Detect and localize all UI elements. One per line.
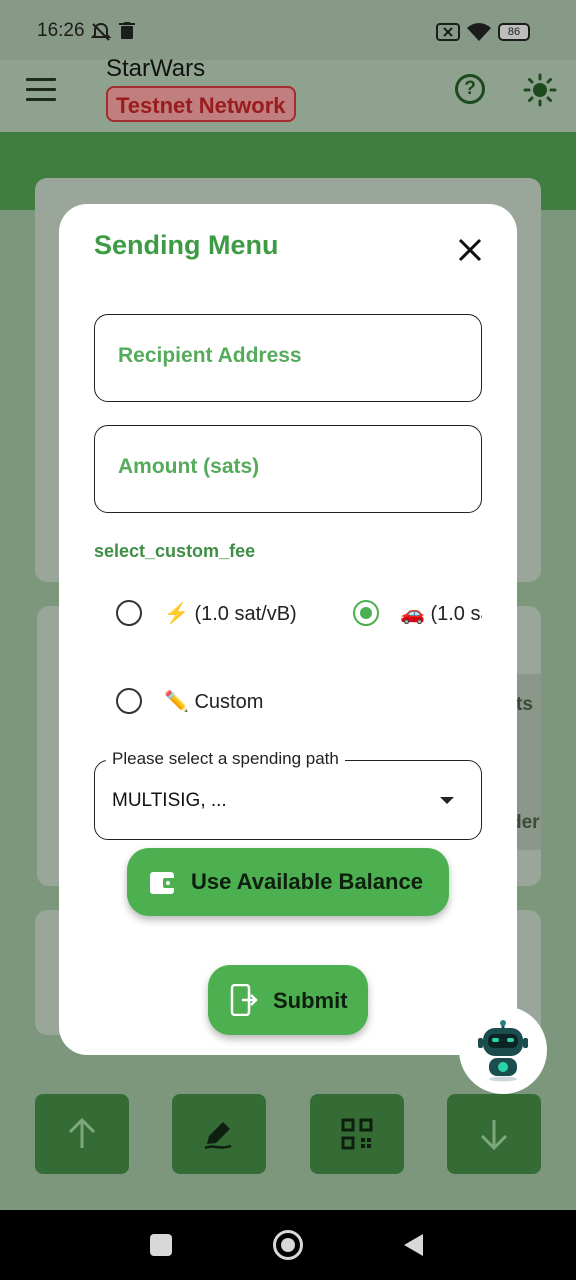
- trash-icon: [119, 22, 135, 39]
- fee-option-normal-clip: 🚗 (1.0 sat/vB): [400, 598, 482, 630]
- battery-icon: 86: [498, 23, 530, 41]
- back-icon[interactable]: [401, 1232, 425, 1258]
- home-icon[interactable]: [273, 1230, 303, 1260]
- receive-qr-button[interactable]: [310, 1094, 404, 1174]
- submit-icon: [230, 984, 258, 1016]
- fee-radio-normal[interactable]: [353, 600, 379, 626]
- help-icon[interactable]: ?: [455, 74, 485, 104]
- dialog-title: Sending Menu: [94, 230, 279, 260]
- amount-label: Amount (sats): [118, 455, 260, 478]
- background-text: ts: [516, 694, 533, 715]
- recents-icon[interactable]: [150, 1234, 172, 1256]
- fee-radio-fast[interactable]: [116, 600, 142, 626]
- fee-section-label: select_custom_fee: [94, 541, 256, 561]
- close-icon[interactable]: [456, 236, 484, 264]
- sign-button[interactable]: [172, 1094, 266, 1174]
- edit-icon: [204, 1122, 232, 1150]
- use-available-balance-label: Use Available Balance: [191, 869, 423, 894]
- fee-option-normal-label: 🚗 (1.0 sat/vB): [400, 603, 482, 625]
- fee-option-fast-label: ⚡ (1.0 sat/vB): [164, 603, 297, 625]
- submit-button[interactable]: Submit: [208, 965, 368, 1035]
- wallet-icon: [150, 872, 177, 894]
- network-badge: Testnet Network: [106, 86, 296, 122]
- use-available-balance-button[interactable]: Use Available Balance: [127, 848, 449, 916]
- app-title: StarWars: [106, 55, 206, 82]
- menu-icon[interactable]: [26, 78, 56, 102]
- fee-option-custom-label: ✏️ Custom: [164, 691, 264, 713]
- qr-icon: [341, 1118, 373, 1150]
- no-sim-icon: [436, 23, 460, 41]
- receive-button[interactable]: [447, 1094, 541, 1174]
- recipient-address-label: Recipient Address: [118, 344, 302, 367]
- wifi-icon: [467, 23, 491, 41]
- brightness-icon[interactable]: [523, 73, 557, 107]
- arrow-down-icon: [480, 1120, 508, 1151]
- status-time: 16:26: [37, 20, 85, 41]
- spending-path-legend: Please select a spending path: [106, 749, 345, 769]
- send-button[interactable]: [35, 1094, 129, 1174]
- arrow-up-icon: [68, 1117, 96, 1148]
- mute-notification-icon: [90, 22, 112, 41]
- dropdown-arrow-icon[interactable]: [440, 797, 454, 804]
- assistant-bot-button[interactable]: [459, 1006, 547, 1094]
- submit-label: Submit: [273, 988, 348, 1013]
- spending-path-value: MULTISIG, ...: [112, 790, 227, 811]
- bot-icon: [478, 1020, 528, 1082]
- fee-radio-custom[interactable]: [116, 688, 142, 714]
